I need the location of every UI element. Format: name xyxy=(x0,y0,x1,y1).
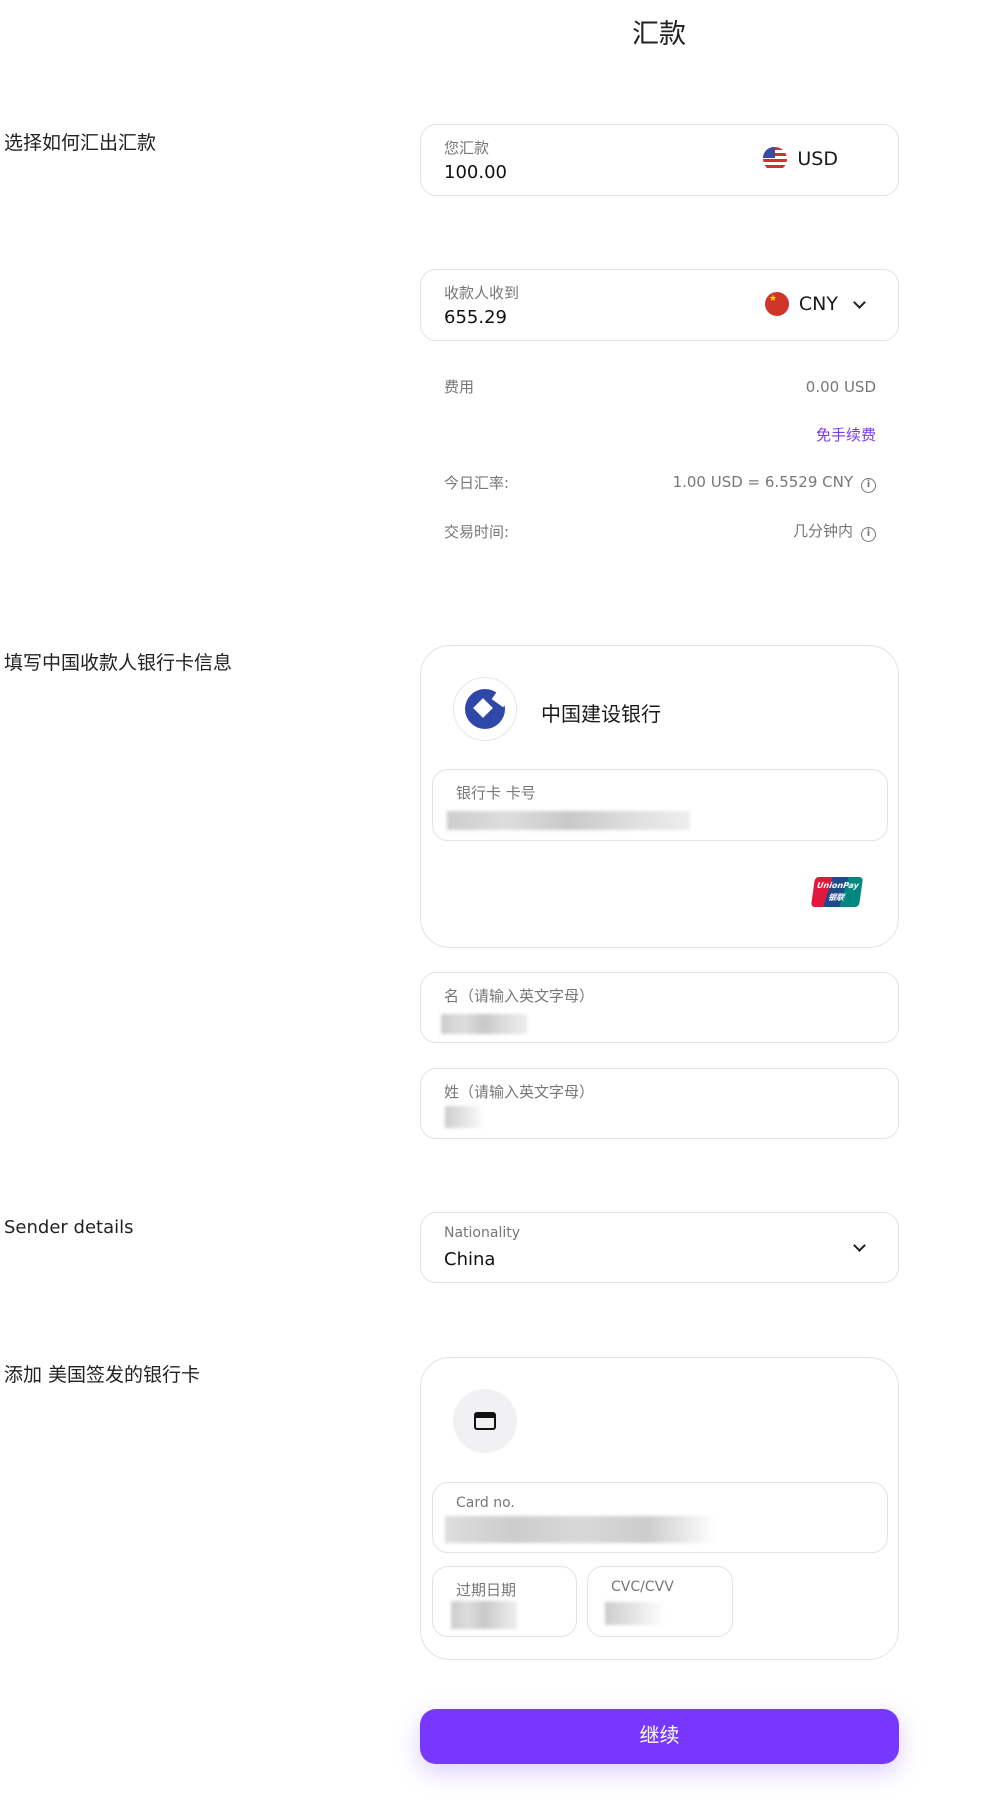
bank-card-number-field[interactable]: 银行卡 卡号 xyxy=(432,769,888,841)
section-send-label: 选择如何汇出汇款 xyxy=(4,132,157,154)
expiry-date-value xyxy=(451,1601,517,1629)
fee-value: 0.00 USD xyxy=(805,377,876,396)
info-icon[interactable]: i xyxy=(861,477,876,493)
expiry-date-field[interactable]: 过期日期 xyxy=(432,1566,577,1637)
rate-label: 今日汇率: xyxy=(444,474,510,492)
first-name-value xyxy=(441,1014,527,1034)
bank-card-number-label: 银行卡 卡号 xyxy=(456,784,536,802)
time-row: 交易时间: 几分钟内 i xyxy=(444,520,876,542)
fee-note: 免手续费 xyxy=(815,426,876,444)
time-label: 交易时间: xyxy=(444,522,510,541)
expiry-date-label: 过期日期 xyxy=(456,1581,517,1599)
time-value: 几分钟内 xyxy=(792,522,853,540)
chevron-down-icon[interactable] xyxy=(853,1239,866,1252)
send-amount-label: 您汇款 xyxy=(444,139,490,157)
bank-card-panel: 中国建设银行 银行卡 卡号 UnionPay 银联 xyxy=(420,645,899,948)
bank-name: 中国建设银行 xyxy=(541,702,661,726)
continue-button[interactable]: 继续 xyxy=(420,1709,899,1764)
last-name-field[interactable]: 姓（请输入英文字母） xyxy=(420,1068,899,1139)
first-name-field[interactable]: 名（请输入英文字母） xyxy=(420,972,899,1043)
section-card-label: 添加 美国签发的银行卡 xyxy=(4,1364,201,1386)
receive-currency-select[interactable]: ★ CNY xyxy=(764,292,838,316)
card-number-label: Card no. xyxy=(456,1495,515,1511)
nationality-label: Nationality xyxy=(444,1225,521,1241)
receive-amount-label: 收款人收到 xyxy=(444,284,520,302)
last-name-label: 姓（请输入英文字母） xyxy=(444,1083,595,1101)
card-number-field[interactable]: Card no. xyxy=(432,1482,888,1553)
fee-label: 费用 xyxy=(444,378,475,396)
receive-amount-field[interactable]: 收款人收到 655.29 ★ CNY xyxy=(420,269,899,341)
send-amount-value[interactable]: 100.00 xyxy=(444,162,507,183)
cvc-field[interactable]: CVC/CVV xyxy=(587,1566,733,1637)
rate-value: 1.00 USD = 6.5529 CNY xyxy=(672,472,853,491)
send-currency-code: USD xyxy=(797,148,838,170)
payment-card-panel: Card no. 过期日期 CVC/CVV xyxy=(420,1357,899,1660)
fee-row: 费用 0.00 USD xyxy=(444,376,876,397)
nationality-value: China xyxy=(444,1249,496,1270)
unionpay-logo: UnionPay 银联 xyxy=(810,877,864,907)
china-flag-icon: ★ xyxy=(764,292,789,316)
fee-note-row: 免手续费 xyxy=(444,424,876,445)
bank-card-number-value xyxy=(447,811,690,830)
cvc-label: CVC/CVV xyxy=(611,1579,674,1595)
receive-currency-code: CNY xyxy=(798,293,838,315)
nationality-select[interactable]: Nationality China xyxy=(420,1212,899,1283)
us-flag-icon xyxy=(763,147,788,171)
section-sender-label: Sender details xyxy=(4,1217,134,1238)
ccb-logo-icon xyxy=(453,677,517,741)
page-title: 汇款 xyxy=(632,19,686,50)
credit-card-icon xyxy=(453,1389,517,1453)
section-bank-label: 填写中国收款人银行卡信息 xyxy=(4,652,233,674)
send-amount-field[interactable]: 您汇款 100.00 USD xyxy=(420,124,899,196)
card-number-value xyxy=(445,1516,715,1543)
chevron-down-icon[interactable] xyxy=(853,296,866,309)
info-icon[interactable]: i xyxy=(861,527,876,542)
first-name-label: 名（请输入英文字母） xyxy=(444,987,595,1005)
send-currency: USD xyxy=(763,147,838,171)
rate-row: 今日汇率: 1.00 USD = 6.5529 CNY i xyxy=(444,472,876,493)
last-name-value xyxy=(445,1106,485,1128)
cvc-value xyxy=(605,1602,665,1625)
receive-amount-value[interactable]: 655.29 xyxy=(444,307,507,328)
